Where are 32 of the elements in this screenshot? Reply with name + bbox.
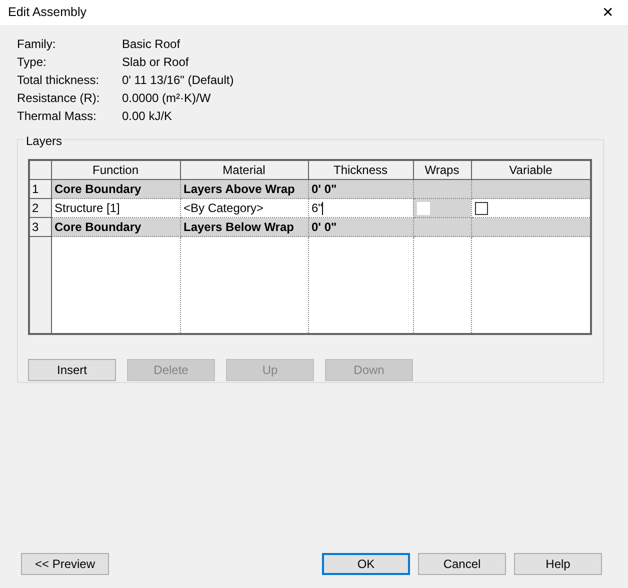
table-cell: Layers Above Wrap bbox=[180, 180, 308, 198]
layer-button[interactable]: Insert bbox=[28, 358, 116, 380]
field-label: Family: bbox=[17, 36, 57, 53]
window-title: Edit Assembly bbox=[8, 4, 87, 22]
field-value: 0.00 kJ/K bbox=[122, 108, 172, 125]
field-label: Total thickness: bbox=[17, 72, 100, 89]
column-header: Material bbox=[180, 160, 308, 180]
field-label: Type: bbox=[17, 54, 48, 71]
field-label: Resistance (R): bbox=[17, 90, 101, 107]
field-label: Thermal Mass: bbox=[17, 108, 98, 125]
table-cell: Core Boundary bbox=[51, 180, 180, 198]
dialog-button[interactable]: Cancel bbox=[418, 553, 506, 575]
column-header: Wraps bbox=[413, 160, 471, 180]
field-value: 0.0000 (m²·K)/W bbox=[122, 90, 211, 107]
preview-button[interactable]: << Preview bbox=[21, 553, 109, 575]
row-number: 1 bbox=[29, 180, 51, 198]
table-cell: 0' 0" bbox=[308, 180, 413, 198]
column-header: Thickness bbox=[308, 160, 413, 180]
field-value: 0' 11 13/16" (Default) bbox=[122, 72, 234, 89]
table-cell: Layers Below Wrap bbox=[180, 218, 308, 236]
row-number: 3 bbox=[29, 218, 51, 236]
dialog-button[interactable]: Help bbox=[514, 553, 602, 575]
row-number: 2 bbox=[29, 198, 51, 218]
dialog-button[interactable]: OK bbox=[322, 553, 410, 575]
table-cell: Core Boundary bbox=[51, 218, 180, 236]
close-button[interactable]: ✕ bbox=[588, 0, 628, 25]
column-header: Variable bbox=[471, 160, 591, 180]
column-header: Function bbox=[51, 160, 180, 180]
field-value: Slab or Roof bbox=[122, 54, 189, 71]
field-value: Basic Roof bbox=[122, 36, 180, 53]
checkbox[interactable] bbox=[474, 202, 488, 216]
table-cell: 0' 0" bbox=[308, 218, 413, 236]
